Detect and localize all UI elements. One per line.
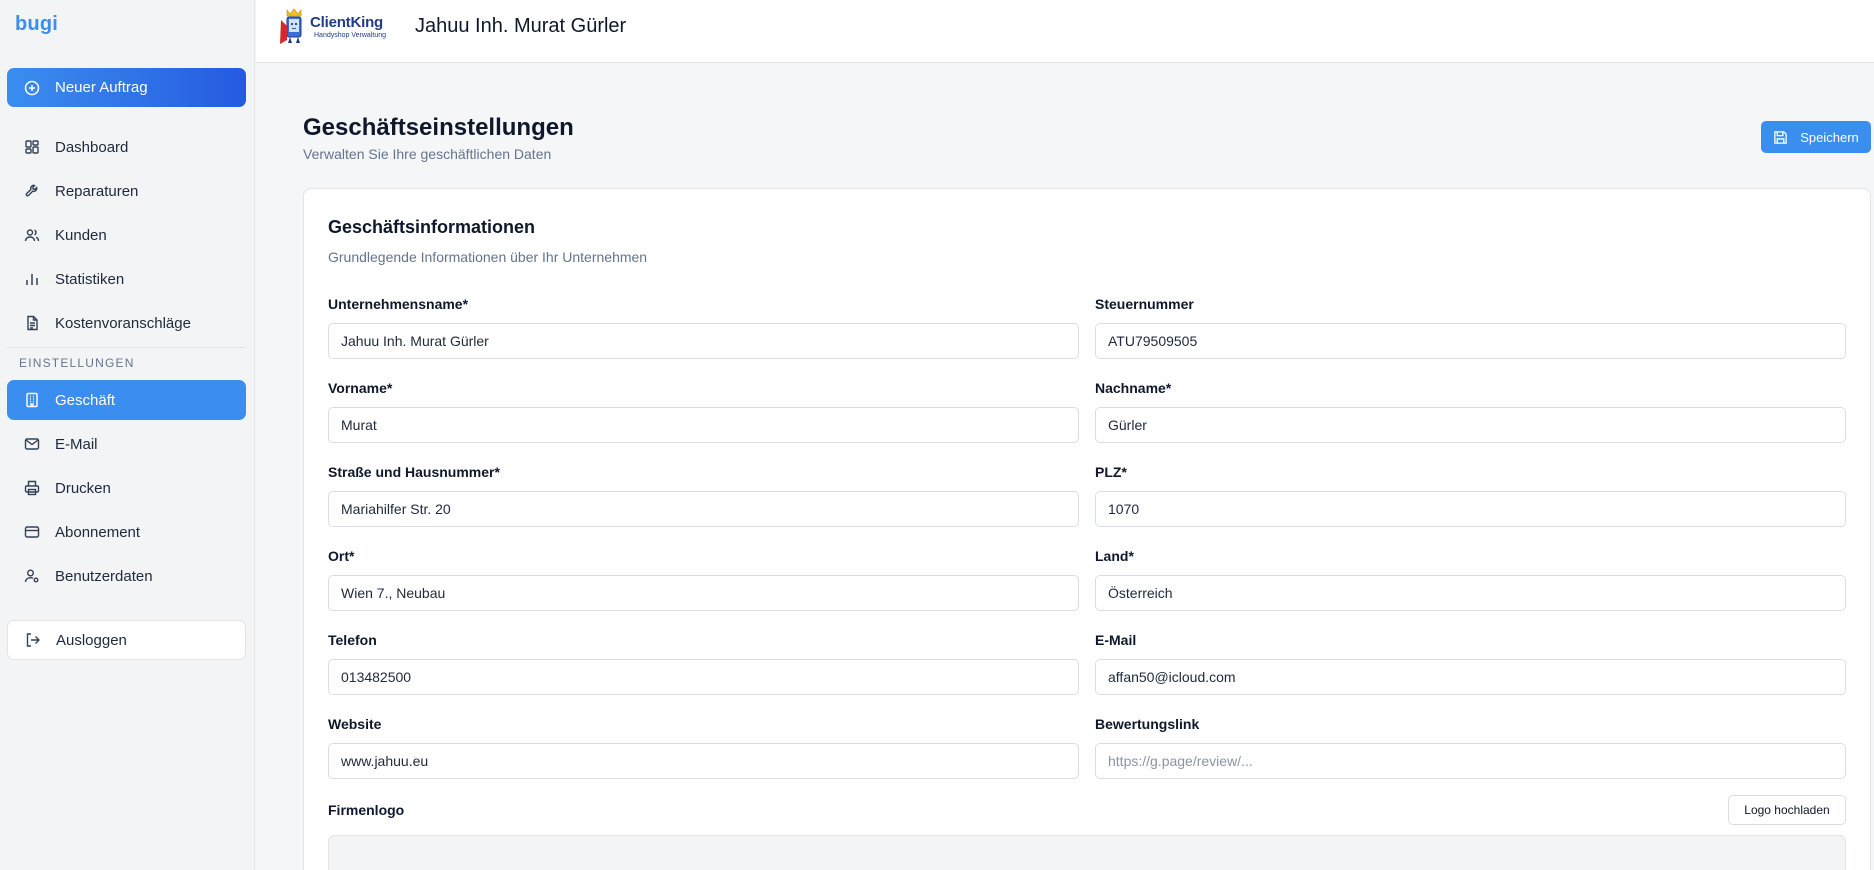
sidebar-item-label: Reparaturen bbox=[55, 182, 139, 200]
building-icon bbox=[24, 392, 40, 408]
sidebar-item-label: Dashboard bbox=[55, 138, 129, 156]
settings-section-label: EINSTELLUNGEN bbox=[19, 356, 135, 370]
header-title: Jahuu Inh. Murat Gürler bbox=[415, 15, 627, 37]
first-name-input[interactable] bbox=[328, 407, 1079, 443]
phone-label: Telefon bbox=[328, 632, 377, 648]
last-name-label: Nachname* bbox=[1095, 380, 1172, 396]
plus-circle-icon bbox=[24, 80, 40, 96]
last-name-input[interactable] bbox=[1095, 407, 1846, 443]
printer-icon bbox=[24, 480, 40, 496]
user-cog-icon bbox=[24, 568, 40, 584]
company-name-input[interactable] bbox=[328, 323, 1079, 359]
sidebar-item-customers[interactable]: Kunden bbox=[7, 215, 246, 255]
website-input[interactable] bbox=[328, 743, 1079, 779]
email-input[interactable] bbox=[1095, 659, 1846, 695]
sidebar-item-label: Drucken bbox=[55, 479, 111, 497]
sidebar: bugi Neuer Auftrag Dashboard Reparaturen… bbox=[0, 0, 255, 870]
page-title: Geschäftseinstellungen bbox=[303, 114, 574, 141]
save-button[interactable]: Speichern bbox=[1761, 121, 1871, 153]
sidebar-item-dashboard[interactable]: Dashboard bbox=[7, 127, 246, 167]
logout-label: Ausloggen bbox=[56, 631, 127, 649]
save-icon bbox=[1773, 130, 1788, 145]
page-subtitle: Verwalten Sie Ihre geschäftlichen Daten bbox=[303, 146, 552, 162]
sidebar-item-statistics[interactable]: Statistiken bbox=[7, 259, 246, 299]
sidebar-item-label: Kunden bbox=[55, 226, 107, 244]
top-header: ClientKing Handyshop Verwaltung Jahuu In… bbox=[256, 0, 1874, 63]
sidebar-item-subscription[interactable]: Abonnement bbox=[7, 512, 246, 552]
tax-number-input[interactable] bbox=[1095, 323, 1846, 359]
new-order-label: Neuer Auftrag bbox=[55, 79, 148, 96]
zip-input[interactable] bbox=[1095, 491, 1846, 527]
dashboard-icon bbox=[24, 139, 40, 155]
card-title: Geschäftsinformationen bbox=[328, 217, 536, 237]
card-subtitle: Grundlegende Informationen über Ihr Unte… bbox=[328, 249, 648, 265]
logout-icon bbox=[25, 632, 41, 648]
brand-logo[interactable]: bugi bbox=[15, 13, 58, 36]
document-icon bbox=[24, 315, 40, 331]
wrench-icon bbox=[24, 183, 40, 199]
email-label: E-Mail bbox=[1095, 632, 1137, 648]
review-link-input[interactable] bbox=[1095, 743, 1846, 779]
new-order-button[interactable]: Neuer Auftrag bbox=[7, 68, 246, 107]
upload-logo-button[interactable]: Logo hochladen bbox=[1728, 795, 1846, 825]
credit-card-icon bbox=[24, 524, 40, 540]
sidebar-item-label: Statistiken bbox=[55, 270, 125, 288]
website-label: Website bbox=[328, 716, 382, 732]
review-link-label: Bewertungslink bbox=[1095, 716, 1200, 732]
zip-label: PLZ* bbox=[1095, 464, 1127, 480]
sidebar-item-email[interactable]: E-Mail bbox=[7, 424, 246, 464]
street-input[interactable] bbox=[328, 491, 1079, 527]
sidebar-item-label: E-Mail bbox=[55, 435, 98, 453]
country-label: Land* bbox=[1095, 548, 1134, 564]
sidebar-item-user-data[interactable]: Benutzerdaten bbox=[7, 556, 246, 596]
first-name-label: Vorname* bbox=[328, 380, 393, 396]
logo-dropzone[interactable] bbox=[328, 835, 1846, 870]
sidebar-divider bbox=[7, 347, 246, 348]
sidebar-item-repairs[interactable]: Reparaturen bbox=[7, 171, 246, 211]
phone-input[interactable] bbox=[328, 659, 1079, 695]
sidebar-item-label: Kostenvoranschläge bbox=[55, 314, 191, 332]
sidebar-item-label: Benutzerdaten bbox=[55, 567, 153, 585]
save-label: Speichern bbox=[1800, 129, 1859, 145]
street-label: Straße und Hausnummer* bbox=[328, 464, 500, 480]
tax-number-label: Steuernummer bbox=[1095, 296, 1194, 312]
sidebar-item-label: Abonnement bbox=[55, 523, 141, 541]
clientking-logo[interactable]: ClientKing Handyshop Verwaltung bbox=[278, 6, 396, 46]
sidebar-item-label: Geschäft bbox=[55, 391, 116, 409]
city-label: Ort* bbox=[328, 548, 355, 564]
sidebar-item-print[interactable]: Drucken bbox=[7, 468, 246, 508]
city-input[interactable] bbox=[328, 575, 1079, 611]
logo-subtitle: Handyshop Verwaltung bbox=[314, 32, 386, 39]
logout-button[interactable]: Ausloggen bbox=[7, 620, 246, 660]
company-logo-label: Firmenlogo bbox=[328, 802, 405, 818]
users-icon bbox=[24, 227, 40, 243]
clientking-mascot-icon bbox=[280, 8, 302, 44]
logo-name: ClientKing bbox=[310, 14, 383, 31]
country-input[interactable] bbox=[1095, 575, 1846, 611]
sidebar-item-estimates[interactable]: Kostenvoranschläge bbox=[7, 303, 246, 343]
mail-icon bbox=[24, 436, 40, 452]
business-info-card: Geschäftsinformationen Grundlegende Info… bbox=[303, 188, 1871, 870]
sidebar-item-business[interactable]: Geschäft bbox=[7, 380, 246, 420]
bar-chart-icon bbox=[24, 271, 40, 287]
company-name-label: Unternehmensname* bbox=[328, 296, 469, 312]
